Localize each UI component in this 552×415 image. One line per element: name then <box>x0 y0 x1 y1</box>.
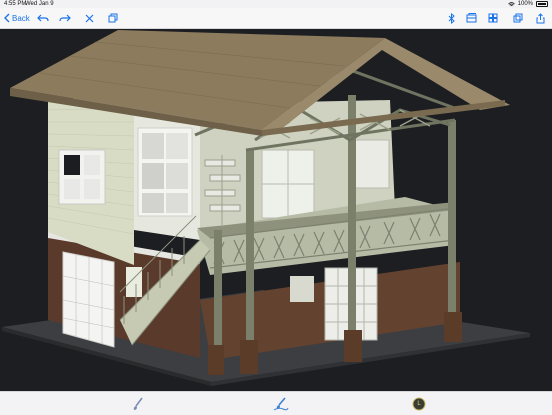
sketch-tool-button[interactable] <box>272 396 290 412</box>
copy-button[interactable] <box>107 10 119 26</box>
grid-button[interactable] <box>487 10 499 26</box>
status-date: Wed Jan 9 <box>25 1 54 7</box>
status-bar: 4:55 PM Wed Jan 9 100% <box>0 0 552 8</box>
close-icon <box>85 14 93 22</box>
house-3d-model[interactable] <box>0 29 552 391</box>
level-label: L <box>417 401 421 407</box>
battery-percent: 100% <box>517 1 533 7</box>
battery-icon <box>536 1 548 7</box>
grid-icon <box>488 13 498 23</box>
wifi-icon <box>507 1 515 6</box>
undo-button[interactable] <box>36 10 50 26</box>
duplicate-button[interactable] <box>512 10 524 26</box>
copy-icon <box>108 13 118 23</box>
layers-button[interactable] <box>465 10 477 26</box>
close-button[interactable] <box>83 10 95 26</box>
back-label: Back <box>12 13 30 23</box>
model-viewport[interactable] <box>0 29 552 391</box>
share-button[interactable] <box>534 10 546 26</box>
bluetooth-button[interactable] <box>446 10 456 26</box>
toolbar: Back <box>0 8 552 29</box>
share-icon <box>536 12 544 23</box>
status-right: 100% <box>507 1 548 7</box>
bottom-toolbar: L <box>0 391 552 415</box>
lower-right-window <box>290 276 314 302</box>
garage-door <box>62 251 115 348</box>
duplicate-icon <box>513 13 523 23</box>
status-time: 4:55 PM <box>4 1 27 7</box>
back-button[interactable]: Back <box>4 10 30 26</box>
brush-button[interactable] <box>130 396 146 412</box>
lower-window <box>126 267 142 297</box>
sketch-tool-icon <box>273 397 289 411</box>
corner-window <box>137 127 193 217</box>
brush-icon <box>133 397 143 410</box>
undo-icon <box>37 14 49 22</box>
chevron-left-icon <box>4 13 10 23</box>
layers-icon <box>466 13 476 23</box>
redo-button[interactable] <box>58 10 72 26</box>
left-window <box>58 149 106 205</box>
level-button[interactable]: L <box>410 396 428 412</box>
bluetooth-icon <box>448 12 455 24</box>
redo-icon <box>59 14 71 22</box>
